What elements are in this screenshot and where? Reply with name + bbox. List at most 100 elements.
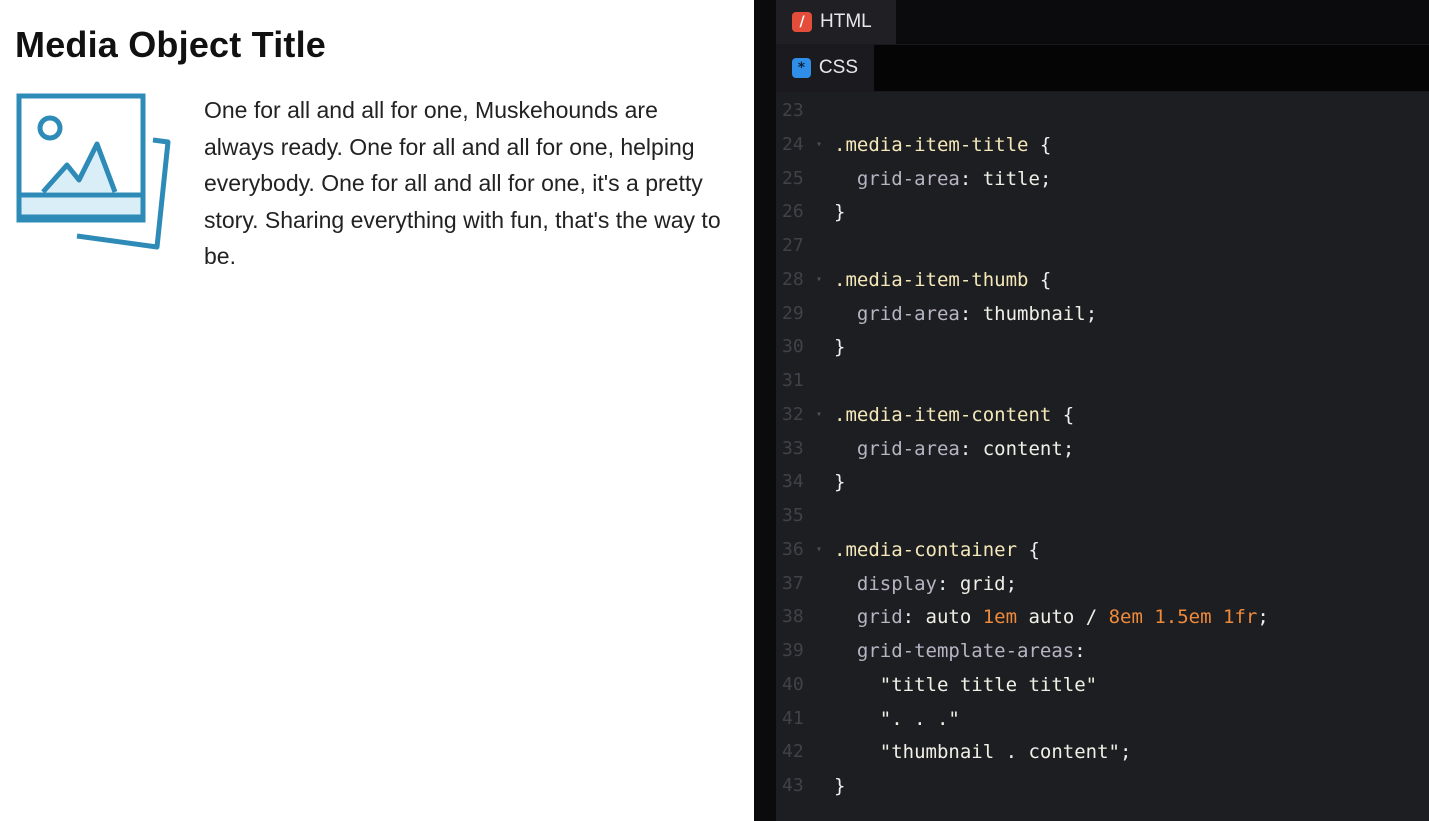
- code-line[interactable]: 35: [776, 499, 1429, 533]
- code-token: thumbnail: [982, 302, 1086, 325]
- code-token: ;: [1119, 741, 1132, 764]
- code-token: :: [959, 437, 983, 460]
- code-line[interactable]: 28 ▾ .media-item-thumb {: [776, 263, 1429, 297]
- line-number: 34: [782, 471, 804, 493]
- code-line[interactable]: 36 ▾ .media-container {: [776, 533, 1429, 567]
- code-text: grid-area: thumbnail;: [834, 297, 1097, 331]
- line-number: 39: [782, 640, 804, 661]
- code-editor: / HTML * CSS 23 24 ▾ .media-item-title {25 …: [754, 0, 1429, 821]
- tab-css[interactable]: * CSS: [776, 45, 874, 91]
- line-number: 33: [782, 437, 804, 459]
- code-token: auto /: [1017, 606, 1109, 629]
- line-number: 35: [782, 505, 804, 526]
- code-line[interactable]: 27: [776, 229, 1429, 263]
- code-token: :: [1074, 640, 1086, 662]
- code-token: ;: [1005, 572, 1018, 595]
- line-number: 30: [782, 336, 804, 358]
- code-token: content: [982, 437, 1063, 460]
- media-object-title: Media Object Title: [15, 24, 327, 65]
- line-number: 25: [782, 167, 804, 189]
- code-line[interactable]: 34}: [776, 465, 1429, 499]
- code-line[interactable]: 33 grid-area: content;: [776, 432, 1429, 466]
- line-number: 43: [782, 775, 804, 796]
- fold-arrow-icon[interactable]: ▾: [816, 533, 822, 567]
- line-number: 27: [782, 235, 804, 256]
- tab-html[interactable]: / HTML: [776, 0, 896, 44]
- code-token: "title title title": [834, 673, 1098, 696]
- code-text: grid-area: title;: [834, 162, 1052, 196]
- css-code-area[interactable]: 23 24 ▾ .media-item-title {25 grid-area: ti…: [776, 92, 1429, 821]
- code-line[interactable]: 24 ▾ .media-item-title {: [776, 128, 1429, 162]
- line-number: 23: [782, 100, 804, 121]
- code-token: display: [834, 572, 937, 595]
- code-token: :: [936, 572, 960, 595]
- line-number: 32: [782, 403, 804, 425]
- code-text: ". . .": [834, 702, 960, 736]
- code-token: 1.5em: [1154, 606, 1212, 629]
- code-token: {: [1028, 133, 1052, 156]
- media-object-content: One for all and all for one, Muskehounds…: [204, 97, 721, 269]
- code-line[interactable]: 23: [776, 94, 1429, 128]
- code-text: }: [834, 195, 845, 229]
- code-line[interactable]: 42 "thumbnail . content";: [776, 735, 1429, 769]
- code-token: title: [982, 167, 1040, 190]
- code-token: {: [1028, 268, 1052, 291]
- code-token: ;: [1257, 606, 1269, 629]
- code-token: }: [834, 471, 846, 494]
- code-line[interactable]: 29 grid-area: thumbnail;: [776, 297, 1429, 331]
- code-token: }: [834, 201, 846, 224]
- code-token: }: [834, 336, 846, 359]
- line-number: 26: [782, 201, 804, 223]
- code-token: grid-area: [834, 167, 960, 190]
- line-number: 31: [782, 370, 804, 391]
- tab-css-label: CSS: [818, 57, 858, 78]
- code-text: grid-area: content;: [834, 432, 1074, 466]
- line-number: 41: [782, 707, 804, 729]
- code-token: :: [959, 167, 983, 190]
- code-token: ;: [1039, 167, 1052, 190]
- fold-arrow-icon[interactable]: ▾: [816, 398, 822, 432]
- fold-arrow-icon[interactable]: ▾: [816, 128, 822, 162]
- code-line[interactable]: 37 display: grid;: [776, 567, 1429, 601]
- code-token: auto: [925, 606, 983, 629]
- code-line[interactable]: 38 grid: auto 1em auto / 8em 1.5em 1fr;: [776, 600, 1429, 634]
- code-line[interactable]: 41 ". . .": [776, 702, 1429, 736]
- code-token: 1fr: [1223, 606, 1258, 629]
- line-number: 28: [782, 268, 804, 290]
- code-text: display: grid;: [834, 567, 1017, 601]
- code-line[interactable]: 39 grid-template-areas:: [776, 634, 1429, 668]
- code-line[interactable]: 40 "title title title": [776, 668, 1429, 702]
- code-text: "thumbnail . content";: [834, 735, 1132, 769]
- code-line[interactable]: 25 grid-area: title;: [776, 162, 1429, 196]
- code-token: .media-item-content: [834, 403, 1052, 426]
- code-token: grid-area: [834, 302, 960, 325]
- code-token: :: [959, 302, 983, 325]
- code-line[interactable]: 26}: [776, 195, 1429, 229]
- code-line[interactable]: 30}: [776, 330, 1429, 364]
- editor-rail: [754, 0, 776, 821]
- tab-html-label: HTML: [820, 11, 872, 32]
- css-tab-row: * CSS: [776, 45, 1429, 92]
- html-tab-row: / HTML: [776, 0, 1429, 45]
- code-line[interactable]: 31: [776, 364, 1429, 398]
- code-token: }: [834, 775, 846, 797]
- code-token: "thumbnail . content": [834, 741, 1120, 764]
- image-placeholder-icon: [15, 92, 173, 252]
- code-token: ". . .": [834, 707, 960, 730]
- code-line[interactable]: 32 ▾ .media-item-content {: [776, 398, 1429, 432]
- code-token: grid-area: [834, 437, 960, 460]
- code-text: .media-item-thumb {: [834, 263, 1051, 297]
- line-number: 42: [782, 741, 804, 763]
- code-text: .media-container {: [834, 533, 1040, 567]
- code-token: grid: [834, 606, 903, 629]
- code-line[interactable]: 43}: [776, 769, 1429, 803]
- fold-arrow-icon[interactable]: ▾: [816, 263, 822, 297]
- code-token: ;: [1085, 302, 1098, 325]
- code-text: grid: auto 1em auto / 8em 1.5em 1fr;: [834, 600, 1269, 634]
- code-text: .media-item-content {: [834, 398, 1074, 432]
- code-token: :: [902, 606, 926, 629]
- line-number: 37: [782, 572, 804, 594]
- html-icon: /: [792, 12, 812, 32]
- code-token: .media-container: [834, 538, 1018, 561]
